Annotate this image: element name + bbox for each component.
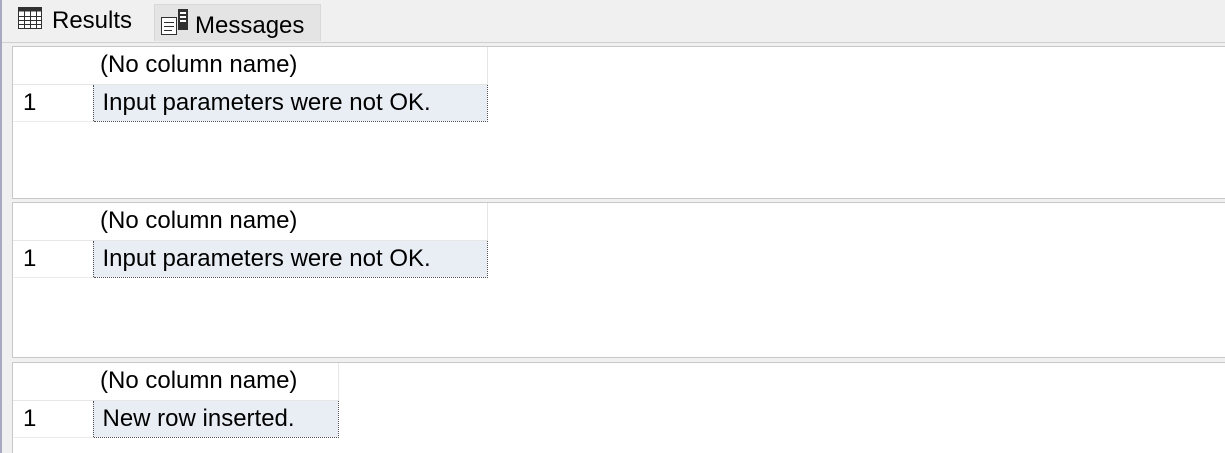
- result-table: (No column name) 1 Input parameters were…: [13, 47, 488, 122]
- row-number[interactable]: 1: [13, 240, 93, 278]
- row-number-header[interactable]: [13, 47, 93, 85]
- table-row[interactable]: 1 Input parameters were not OK.: [13, 83, 488, 122]
- result-table: (No column name) 1 New row inserted.: [13, 363, 339, 438]
- column-header[interactable]: (No column name): [93, 363, 339, 401]
- selected-cell[interactable]: New row inserted.: [92, 399, 339, 438]
- selected-cell[interactable]: Input parameters were not OK.: [92, 83, 488, 122]
- window-left-edge: [0, 0, 2, 453]
- tab-messages-label: Messages: [195, 12, 305, 39]
- result-grid-3[interactable]: (No column name) 1 New row inserted.: [12, 362, 1225, 453]
- table-row[interactable]: 1 Input parameters were not OK.: [13, 239, 488, 278]
- tab-results[interactable]: Results: [14, 2, 154, 40]
- header-row: (No column name): [13, 363, 339, 401]
- selected-cell[interactable]: Input parameters were not OK.: [92, 239, 488, 278]
- row-number-header[interactable]: [13, 363, 93, 401]
- row-number[interactable]: 1: [13, 400, 93, 438]
- header-row: (No column name): [13, 203, 488, 241]
- messages-icon: [161, 8, 189, 42]
- result-table: (No column name) 1 Input parameters were…: [13, 203, 488, 278]
- tab-results-label: Results: [52, 7, 133, 34]
- results-window: Results Messages (No column name) 1 Inpu…: [0, 0, 1225, 453]
- row-number[interactable]: 1: [13, 84, 93, 122]
- row-number-header[interactable]: [13, 203, 93, 241]
- result-grid-1[interactable]: (No column name) 1 Input parameters were…: [12, 46, 1225, 199]
- column-header[interactable]: (No column name): [93, 47, 488, 85]
- tab-strip: Results Messages: [2, 0, 1225, 43]
- result-grid-2[interactable]: (No column name) 1 Input parameters were…: [12, 202, 1225, 358]
- grid-icon: [18, 6, 42, 36]
- table-row[interactable]: 1 New row inserted.: [13, 399, 339, 438]
- tab-messages[interactable]: Messages: [154, 4, 321, 41]
- column-header[interactable]: (No column name): [93, 203, 488, 241]
- header-row: (No column name): [13, 47, 488, 85]
